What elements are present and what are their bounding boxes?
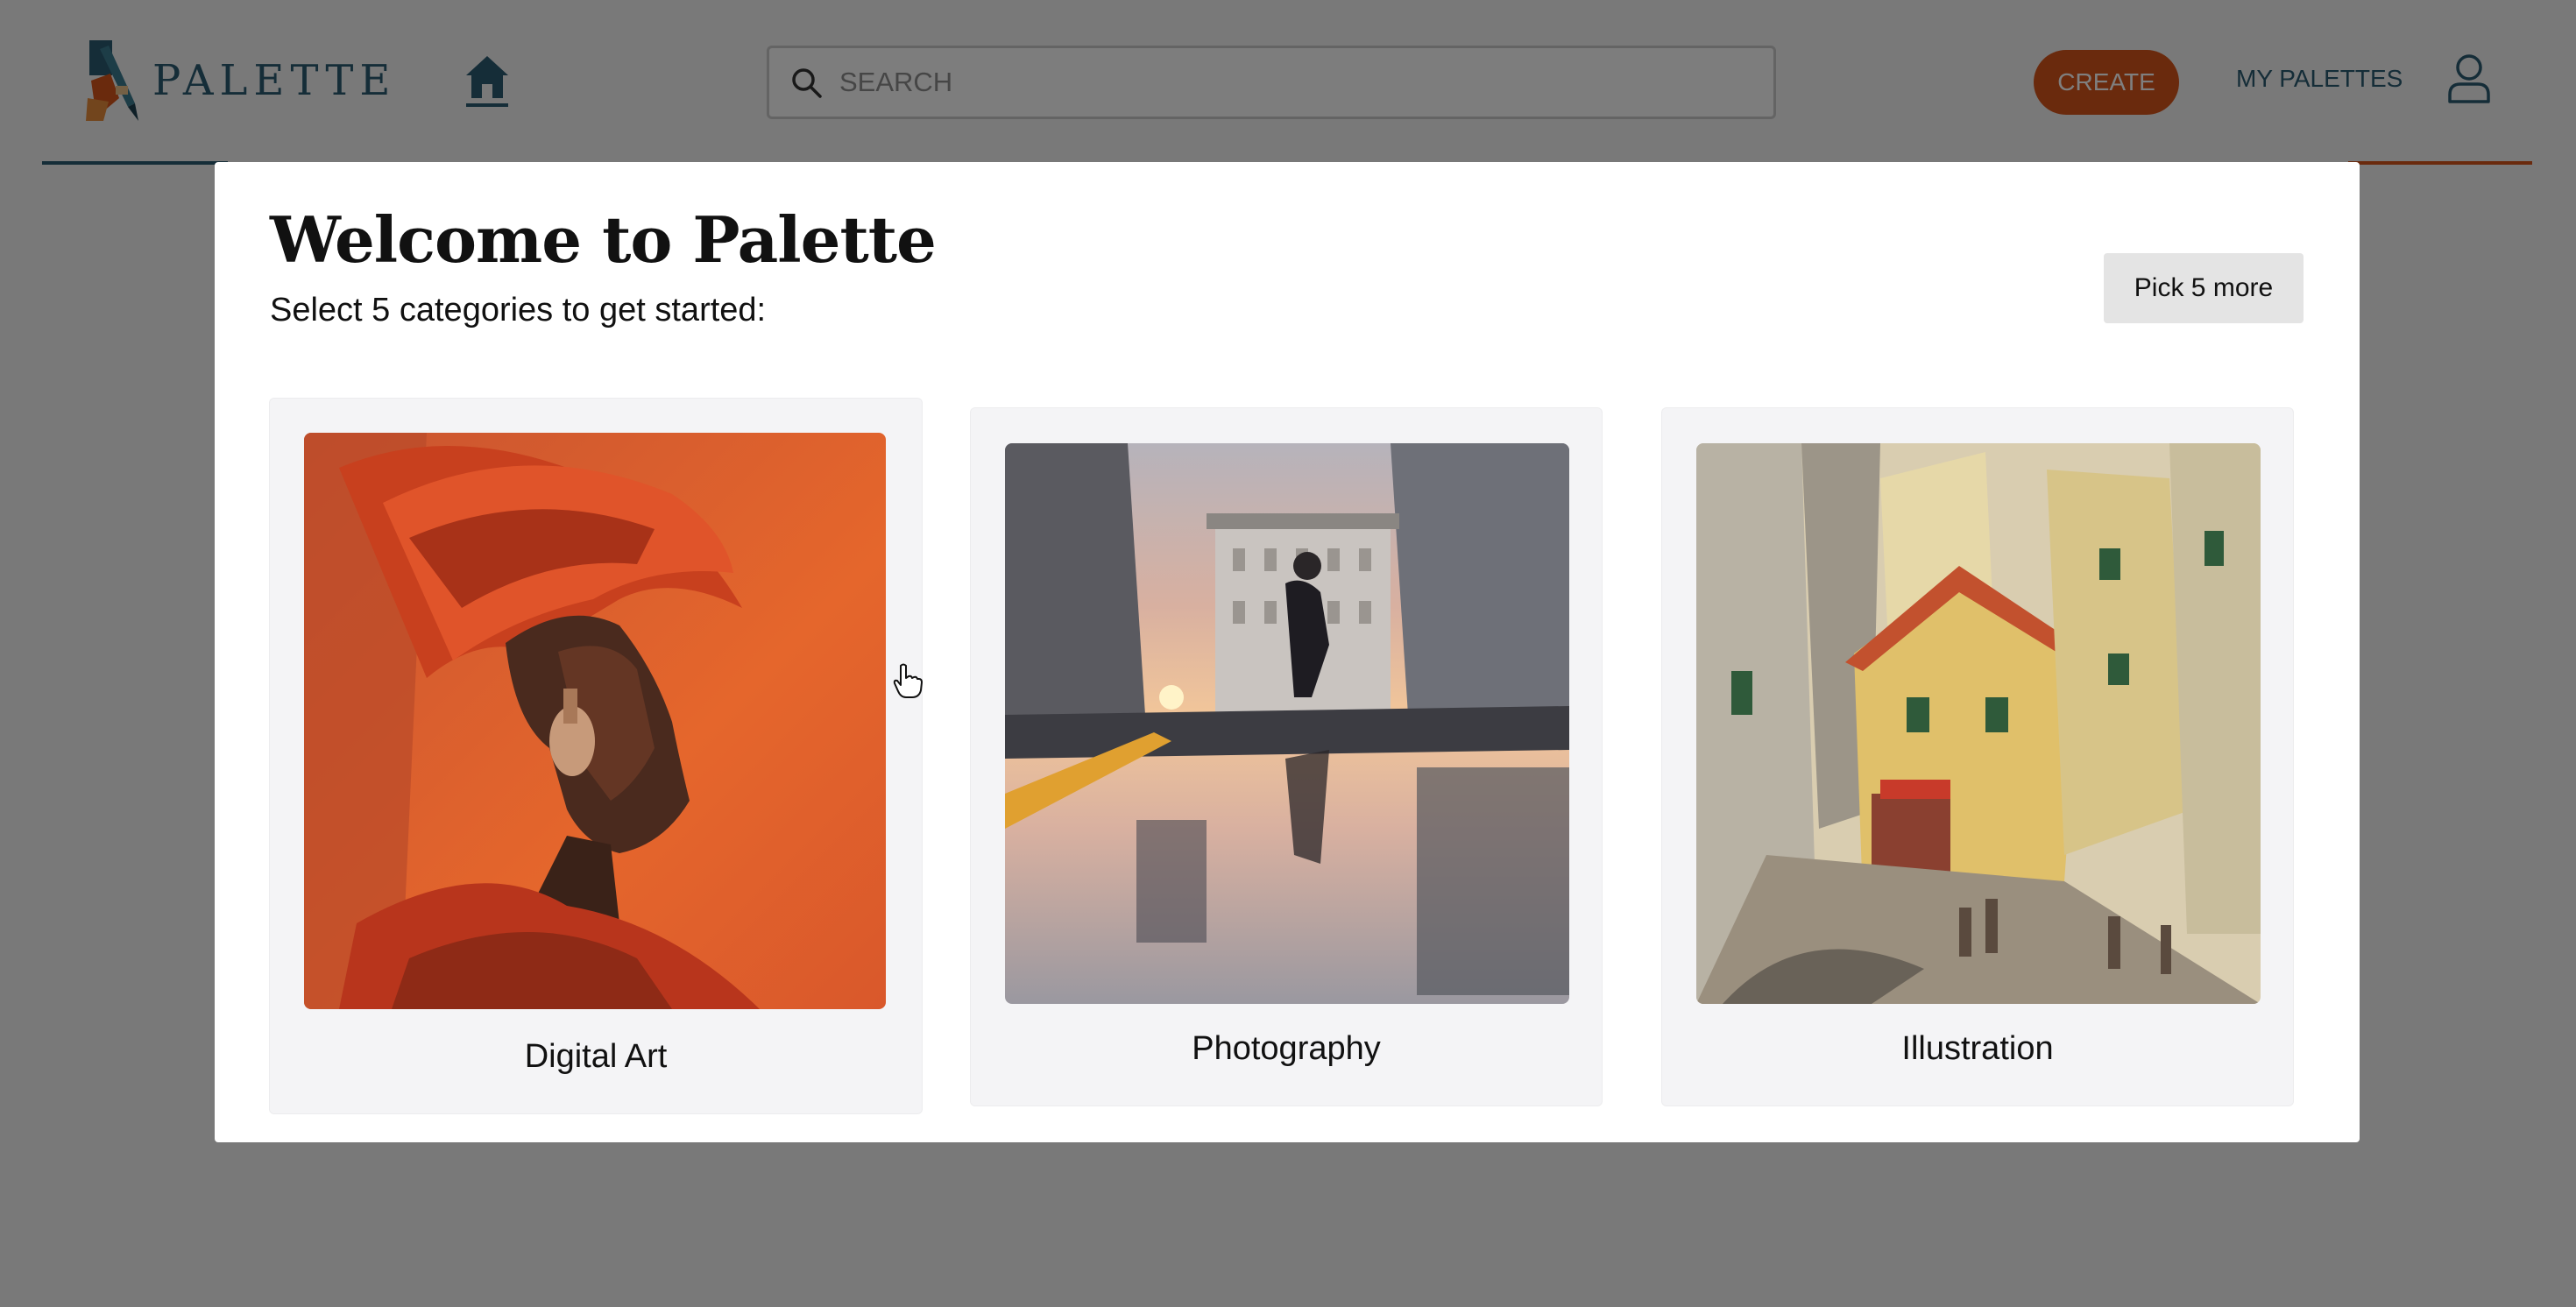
- pick-more-button[interactable]: Pick 5 more: [2104, 253, 2304, 323]
- category-card-digital-art[interactable]: Digital Art: [269, 398, 923, 1114]
- old-town-illustration-image: [1696, 443, 2261, 1004]
- modal-title: Welcome to Palette: [270, 202, 937, 277]
- hand-pointer-cursor-icon: [893, 663, 923, 698]
- welcome-modal: Welcome to Palette Select 5 categories t…: [215, 162, 2360, 1142]
- page: PALETTE CREATE MY PALETTES Welcome to Pa…: [0, 0, 2576, 1307]
- category-label: Digital Art: [524, 1038, 668, 1075]
- portrait-artwork-image: [304, 433, 886, 1009]
- category-label: Illustration: [1901, 1030, 2054, 1067]
- category-card-illustration[interactable]: Illustration: [1661, 407, 2294, 1106]
- category-label: Photography: [1192, 1030, 1381, 1067]
- street-reflection-photo: [1005, 443, 1569, 1004]
- category-card-photography[interactable]: Photography: [970, 407, 1603, 1106]
- modal-subtitle: Select 5 categories to get started:: [270, 292, 767, 329]
